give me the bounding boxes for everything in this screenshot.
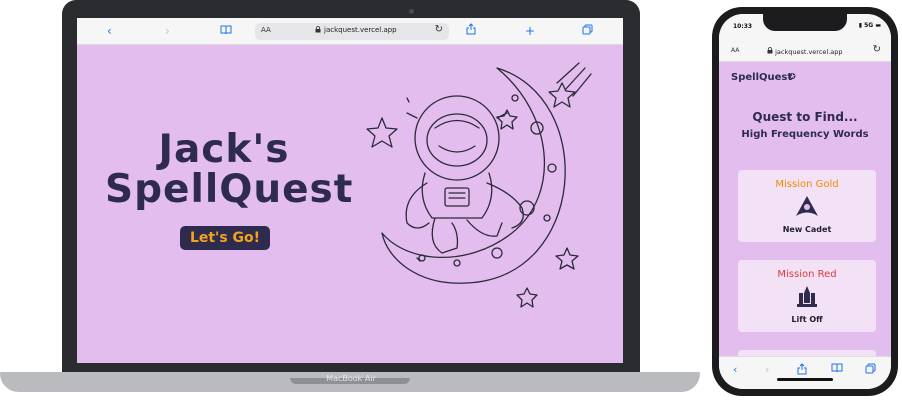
mission-card-red[interactable]: Mission Red Lift Off [738, 260, 876, 332]
book-icon[interactable] [220, 23, 232, 39]
space-shuttle-icon [794, 285, 820, 313]
hero-title-line1: Jack's [158, 127, 290, 172]
laptop-screen: ‹ › AA jackquest.vercel.app ↻ + Jack's S… [77, 18, 623, 363]
reader-aa-label[interactable]: AA [261, 26, 271, 34]
lock-icon [315, 26, 321, 35]
lets-go-button[interactable]: Let's Go! [180, 226, 270, 250]
laptop-camera [409, 9, 414, 14]
tabs-icon[interactable] [582, 23, 593, 39]
quest-subheading: High Frequency Words [741, 129, 869, 140]
signal-icon: ▮ [858, 22, 863, 29]
hero-title: Jack's SpellQuest [105, 127, 354, 212]
star-icon: ✪ [789, 72, 796, 81]
battery-icon: ▬ [875, 22, 881, 29]
phone-url: jackquest.vercel.app [775, 48, 843, 56]
chevron-left-icon[interactable]: ‹ [733, 363, 737, 376]
app-logo[interactable]: SpellQuest [731, 72, 792, 83]
mission-label: New Cadet [782, 225, 832, 234]
mission-title: Mission Red [777, 269, 837, 280]
phone-address-bar[interactable]: AA jackquest.vercel.app ↻ [719, 42, 891, 62]
phone-url-text: jackquest.vercel.app [767, 47, 843, 56]
share-icon[interactable] [797, 363, 807, 378]
reload-icon[interactable]: ↻ [873, 44, 881, 55]
mission-label: Lift Off [791, 315, 823, 324]
laptop-browser-toolbar: ‹ › AA jackquest.vercel.app ↻ + [77, 18, 623, 45]
phone-screen: 10:33 ▮ 5G ▬ AA jackquest.vercel.app ↻ S… [719, 14, 891, 389]
starfleet-badge-icon [794, 195, 820, 221]
phone-browser-toolbar: ‹ › [719, 356, 891, 389]
plus-icon[interactable]: + [525, 23, 535, 39]
tabs-icon[interactable] [865, 363, 876, 377]
phone-notch [763, 14, 847, 31]
mission-title: Mission Gold [775, 179, 839, 190]
phone-status-bar: 10:33 ▮ 5G ▬ [719, 14, 891, 42]
laptop-brand-label: MacBook Air [326, 374, 376, 383]
phone-reader-aa-label[interactable]: AA [731, 47, 739, 54]
reload-icon[interactable]: ↻ [435, 24, 443, 35]
book-icon[interactable] [831, 363, 843, 376]
chevron-right-icon[interactable]: › [765, 363, 769, 376]
chevron-right-icon[interactable]: › [165, 23, 170, 39]
share-icon[interactable] [466, 23, 476, 39]
mission-card-gold[interactable]: Mission Gold New Cadet [738, 170, 876, 242]
chevron-left-icon[interactable]: ‹ [107, 23, 112, 39]
url-text: jackquest.vercel.app [324, 26, 397, 34]
phone-frame: 10:33 ▮ 5G ▬ AA jackquest.vercel.app ↻ S… [712, 7, 898, 396]
status-network: ▮ 5G ▬ [859, 22, 881, 29]
hero-title-line2: SpellQuest [105, 167, 354, 212]
lock-icon [767, 47, 775, 56]
status-time: 10:33 [733, 23, 753, 30]
address-bar[interactable]: AA jackquest.vercel.app ↻ [255, 23, 449, 40]
astronaut-on-moon-illustration [366, 62, 592, 308]
home-indicator[interactable] [777, 378, 833, 381]
network-label: 5G [864, 22, 874, 29]
quest-heading: Quest to Find... [752, 110, 858, 124]
